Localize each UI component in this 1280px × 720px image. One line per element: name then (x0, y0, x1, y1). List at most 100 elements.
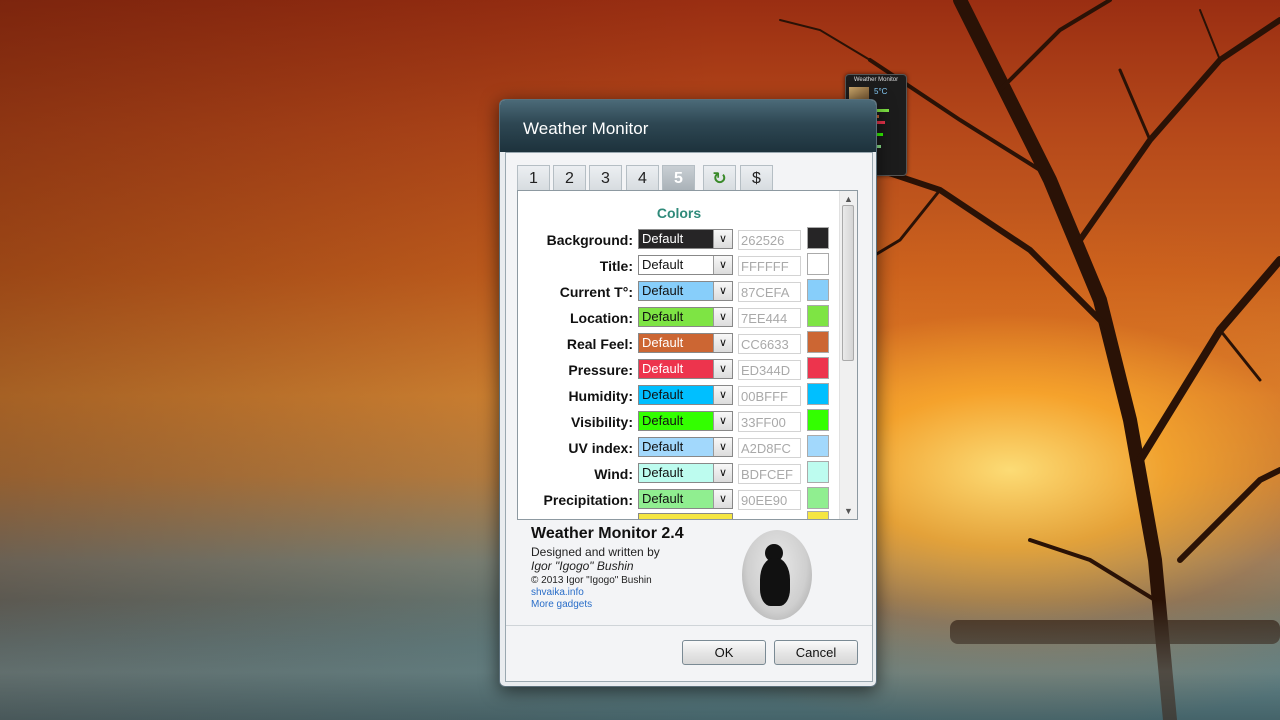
app-name: Weather Monitor 2.4 (531, 525, 684, 542)
tab-donate[interactable]: $ (740, 165, 773, 190)
title-color-select[interactable]: Default ∨ (638, 255, 733, 275)
hex-field[interactable]: 00BFFF (738, 386, 801, 406)
scroll-down-icon[interactable]: ▼ (840, 503, 857, 519)
select-value: Default (639, 256, 713, 274)
title-bar[interactable]: Weather Monitor (500, 100, 876, 152)
color-row-visibility: Visibility: Default ∨ 33FF00 (518, 409, 840, 433)
select-value: Default (639, 230, 713, 248)
scrollbar-thumb[interactable] (842, 205, 854, 361)
tab-1[interactable]: 1 (517, 165, 550, 190)
row-label: UV index: (568, 440, 633, 456)
color-row-real-feel: Real Feel: Default ∨ CC6633 (518, 331, 840, 355)
color-row-location: Location: Default ∨ 7EE444 (518, 305, 840, 329)
color-swatch[interactable] (807, 357, 829, 379)
chevron-down-icon[interactable]: ∨ (713, 308, 732, 326)
color-row-wind: Wind: Default ∨ BDFCEF (518, 461, 840, 485)
humidity-color-select[interactable]: Default ∨ (638, 385, 733, 405)
row-label: Visibility: (571, 414, 633, 430)
select-value: Default (639, 282, 713, 300)
about-section: Weather Monitor 2.4 Designed and written… (531, 525, 751, 610)
partial-color-select[interactable] (638, 513, 733, 519)
select-value: Default (639, 334, 713, 352)
chevron-down-icon[interactable]: ∨ (713, 438, 732, 456)
color-row-current-temp: Current T°: Default ∨ 87CEFA (518, 279, 840, 303)
author-photo (742, 530, 812, 620)
row-label: Title: (599, 258, 633, 274)
chevron-down-icon[interactable]: ∨ (713, 412, 732, 430)
select-value: Default (639, 360, 713, 378)
color-swatch[interactable] (807, 409, 829, 431)
visibility-color-select[interactable]: Default ∨ (638, 411, 733, 431)
tab-5[interactable]: 5 (662, 165, 695, 190)
hex-field[interactable]: 90EE90 (738, 490, 801, 510)
color-row-precipitation: Precipitation: Default ∨ 90EE90 (518, 487, 840, 511)
vertical-scrollbar[interactable]: ▲ ▼ (839, 191, 857, 519)
more-gadgets-link[interactable]: More gadgets (531, 599, 751, 610)
color-row-title: Title: Default ∨ FFFFFF (518, 253, 840, 277)
tab-2[interactable]: 2 (553, 165, 586, 190)
row-label: Humidity: (568, 388, 633, 404)
tab-refresh[interactable]: ↻ (703, 165, 736, 190)
colors-panel: Colors Background: Default ∨ 262526 Titl… (517, 190, 858, 520)
chevron-down-icon[interactable]: ∨ (713, 256, 732, 274)
uv-index-color-select[interactable]: Default ∨ (638, 437, 733, 457)
row-label: Real Feel: (566, 336, 633, 352)
pressure-color-select[interactable]: Default ∨ (638, 359, 733, 379)
hex-field[interactable]: 262526 (738, 230, 801, 250)
color-swatch[interactable] (807, 487, 829, 509)
chevron-down-icon[interactable]: ∨ (713, 464, 732, 482)
tab-4[interactable]: 4 (626, 165, 659, 190)
precipitation-color-select[interactable]: Default ∨ (638, 489, 733, 509)
site-link[interactable]: shvaika.info (531, 587, 751, 598)
real-feel-color-select[interactable]: Default ∨ (638, 333, 733, 353)
hex-field[interactable]: ED344D (738, 360, 801, 380)
color-swatch[interactable] (807, 227, 829, 249)
chevron-down-icon[interactable]: ∨ (713, 360, 732, 378)
current-temp-color-select[interactable]: Default ∨ (638, 281, 733, 301)
color-swatch[interactable] (807, 305, 829, 327)
color-swatch[interactable] (807, 435, 829, 457)
hex-field[interactable]: 87CEFA (738, 282, 801, 302)
gadget-temperature: 5°C (874, 87, 888, 96)
dialog-title: Weather Monitor (523, 119, 649, 138)
colors-heading: Colors (656, 205, 702, 221)
color-swatch[interactable] (807, 279, 829, 301)
row-label: Location: (570, 310, 633, 326)
color-swatch[interactable] (807, 253, 829, 275)
wind-color-select[interactable]: Default ∨ (638, 463, 733, 483)
color-row-partial (518, 511, 840, 519)
hex-field[interactable]: A2D8FC (738, 438, 801, 458)
chevron-down-icon[interactable]: ∨ (713, 386, 732, 404)
tab-3[interactable]: 3 (589, 165, 622, 190)
settings-dialog: Weather Monitor 1 2 3 4 5 ↻ $ Colors Bac… (499, 99, 877, 687)
color-row-uv-index: UV index: Default ∨ A2D8FC (518, 435, 840, 459)
color-row-background: Background: Default ∨ 262526 (518, 227, 840, 251)
color-swatch[interactable] (807, 383, 829, 405)
chevron-down-icon[interactable]: ∨ (713, 334, 732, 352)
hex-field[interactable]: 7EE444 (738, 308, 801, 328)
hex-field[interactable]: 33FF00 (738, 412, 801, 432)
hex-field[interactable]: FFFFFF (738, 256, 801, 276)
divider (506, 625, 872, 626)
author-name: Igor "Igogo" Bushin (531, 559, 634, 573)
gadget-title: Weather Monitor (853, 77, 899, 83)
background-color-select[interactable]: Default ∨ (638, 229, 733, 249)
cancel-button[interactable]: Cancel (774, 640, 858, 665)
color-swatch[interactable] (807, 461, 829, 483)
select-value: Default (639, 386, 713, 404)
row-label: Background: (546, 232, 633, 248)
refresh-icon: ↻ (712, 169, 727, 188)
color-swatch[interactable] (807, 511, 829, 519)
select-value: Default (639, 464, 713, 482)
chevron-down-icon[interactable]: ∨ (713, 490, 732, 508)
row-label: Wind: (594, 466, 633, 482)
chevron-down-icon[interactable]: ∨ (713, 282, 732, 300)
color-swatch[interactable] (807, 331, 829, 353)
location-color-select[interactable]: Default ∨ (638, 307, 733, 327)
row-label: Pressure: (568, 362, 633, 378)
hex-field[interactable]: BDFCEF (738, 464, 801, 484)
hex-field[interactable]: CC6633 (738, 334, 801, 354)
select-value: Default (639, 438, 713, 456)
ok-button[interactable]: OK (682, 640, 766, 665)
chevron-down-icon[interactable]: ∨ (713, 230, 732, 248)
